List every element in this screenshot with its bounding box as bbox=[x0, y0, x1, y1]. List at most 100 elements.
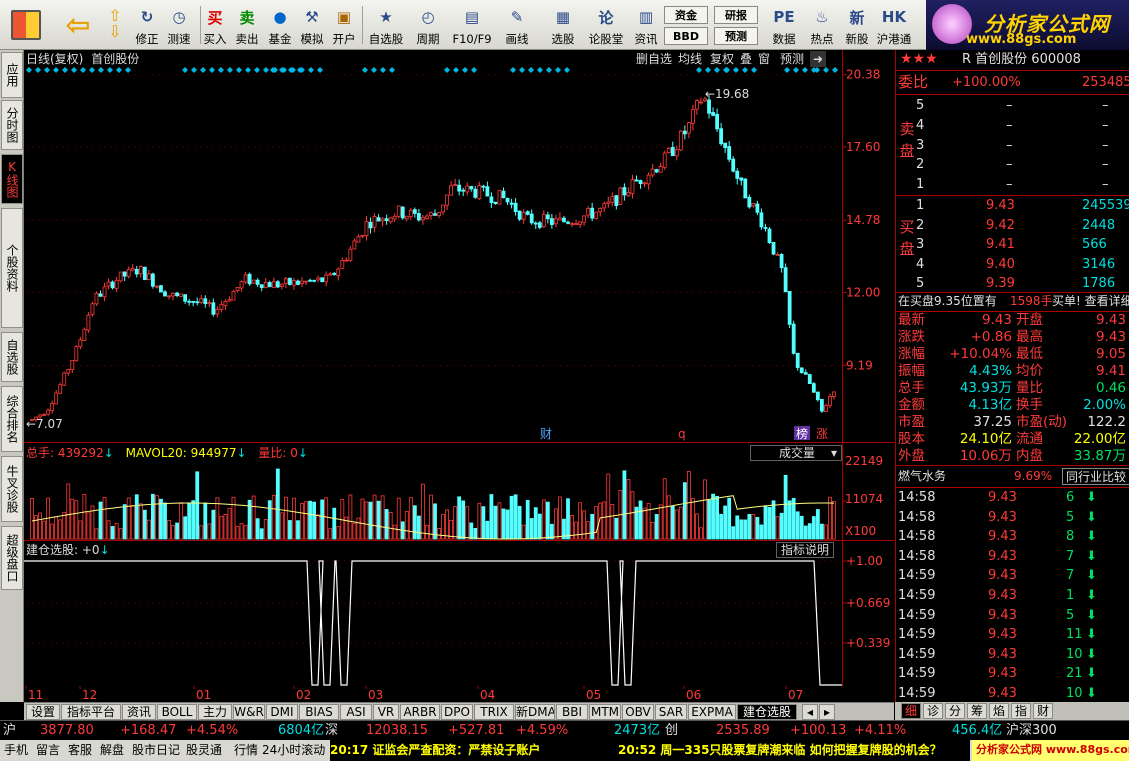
right-panel-tab[interactable]: 财 bbox=[1033, 703, 1053, 719]
watchlist-button[interactable]: ★ 自选股 bbox=[366, 2, 406, 48]
right-panel-tab[interactable]: 诊 bbox=[923, 703, 943, 719]
hk_connect-button[interactable]: HK 沪港通 bbox=[874, 2, 914, 48]
status-link[interactable]: 客服 bbox=[68, 740, 92, 760]
draw-button[interactable]: ✎ 画线 bbox=[500, 2, 534, 48]
right-panel-tab[interactable]: 分 bbox=[945, 703, 965, 719]
data-button[interactable]: PE 数据 bbox=[764, 2, 804, 48]
forecast-label: 预测 bbox=[725, 30, 747, 43]
indicator-tab[interactable]: MTM bbox=[589, 704, 621, 720]
layout-button[interactable] bbox=[6, 2, 46, 48]
indicator-tab[interactable]: 新DMA bbox=[515, 704, 555, 720]
kline-chart-pane[interactable]: 日线(复权) 首创股份 删自选 均线 复权叠窗预测 ➜ 20.38 17.60 14.78… bbox=[24, 50, 894, 442]
volume-bar bbox=[70, 498, 75, 540]
indicator-tab[interactable]: BIAS bbox=[299, 704, 339, 720]
sh-index-change: +168.47 bbox=[120, 723, 177, 738]
speed-button[interactable]: ◷ 测速 bbox=[163, 2, 195, 48]
indicator-tab[interactable]: BBI bbox=[556, 704, 588, 720]
indicator-pane[interactable]: 建仓选股: +0↓ 指标说明 +1.00 +0.669 +0.339 bbox=[24, 540, 894, 687]
indicator-tab[interactable]: EXPMA bbox=[688, 704, 736, 720]
compare-industry-button[interactable]: 同行业比较 bbox=[1062, 468, 1129, 485]
left-tab-3[interactable]: 个股资料 bbox=[1, 208, 23, 328]
left-tab-0[interactable]: 应用 bbox=[1, 52, 23, 98]
back-button[interactable]: ⇦ bbox=[58, 2, 98, 48]
scroll-right-button[interactable]: ▸ bbox=[819, 704, 835, 720]
volume-bar bbox=[368, 501, 373, 540]
sell-level-num: 5 bbox=[916, 98, 925, 113]
left-tab-1[interactable]: 分时图 bbox=[1, 100, 23, 150]
status-link[interactable]: 行情 bbox=[234, 740, 258, 760]
indicator-tab[interactable]: ASI bbox=[340, 704, 372, 720]
hot-button[interactable]: ♨ 热点 bbox=[806, 2, 838, 48]
new_stock-button[interactable]: 新新股 bbox=[842, 2, 872, 48]
open_account-button[interactable]: ▣ 开户 bbox=[329, 2, 359, 48]
candle-body bbox=[255, 279, 260, 285]
period-button[interactable]: ◴ 周期 bbox=[412, 2, 444, 48]
stat-value: 9.43 bbox=[1095, 329, 1126, 345]
simulate-button[interactable]: ⚒ 模拟 bbox=[297, 2, 327, 48]
indicator-tab[interactable]: ARBR bbox=[400, 704, 440, 720]
volume-bar bbox=[497, 502, 502, 540]
left-tab-4[interactable]: 自选股 bbox=[1, 332, 23, 382]
info-button[interactable]: ▥ 资讯 bbox=[630, 2, 662, 48]
clock-icon: ◷ bbox=[172, 8, 186, 26]
candle-body bbox=[207, 302, 212, 305]
funds-button[interactable]: 资金 bbox=[664, 6, 708, 24]
status-link[interactable]: 手机 bbox=[4, 740, 28, 760]
funds-label: 资金 bbox=[675, 9, 697, 22]
status-link[interactable]: 股灵通 bbox=[186, 740, 222, 760]
news-item-2[interactable]: 20:52 周一335只股票复牌潮来临 如何把握复牌股的机会？ bbox=[618, 740, 942, 760]
indicator-tab[interactable]: 主力 bbox=[198, 704, 232, 720]
indicator-tab[interactable]: DMI bbox=[266, 704, 298, 720]
indicator-tab[interactable]: 资讯 bbox=[122, 704, 156, 720]
left-tab-5[interactable]: 综合排名 bbox=[1, 386, 23, 452]
indicator-tab[interactable]: 指标平台 bbox=[61, 704, 121, 720]
ad-banner[interactable]: 分析家公式网 www.88gs.com bbox=[972, 740, 1129, 761]
stat-row: 市盈 37.25 市盈(动) 122.2 bbox=[896, 414, 1129, 431]
event-diamond-icon bbox=[125, 67, 131, 73]
tick-volume: 10 bbox=[1066, 646, 1083, 662]
stat-label: 流通 bbox=[1016, 431, 1043, 447]
revise-button[interactable]: ↻ 修正 bbox=[131, 2, 163, 48]
select-button[interactable]: ▦ 选股 bbox=[546, 2, 580, 48]
status-link[interactable]: 股市日记 bbox=[132, 740, 180, 760]
status-link[interactable]: 留言 bbox=[36, 740, 60, 760]
volume-pane[interactable]: 总手: 439292↓ MAVOL20: 944977↓ 量比: 0↓ 成交量 … bbox=[24, 442, 894, 541]
forecast-button[interactable]: 预测 bbox=[714, 27, 758, 45]
bbd-button[interactable]: BBD bbox=[664, 27, 708, 45]
left-tab-7[interactable]: 超级盘口 bbox=[1, 526, 23, 590]
news-item-1[interactable]: 20:17 证监会严查配资：严禁设子账户 bbox=[330, 740, 540, 760]
indicator-tab[interactable]: VR bbox=[373, 704, 399, 720]
fund-button[interactable]: ● 基金 bbox=[265, 2, 295, 48]
indicator-tab[interactable]: SAR bbox=[655, 704, 687, 720]
lock-icon: ▣ bbox=[336, 8, 352, 26]
left-tab-6[interactable]: 牛叉诊股 bbox=[1, 456, 23, 522]
scroll-news-label[interactable]: 24小时滚动 bbox=[262, 740, 325, 760]
bbd-label: BBD bbox=[673, 29, 699, 43]
indicator-tab[interactable]: OBV bbox=[622, 704, 654, 720]
event-diamond-icon bbox=[53, 67, 59, 73]
f10-button[interactable]: ▤ F10/F9 bbox=[452, 2, 492, 48]
buy-button[interactable]: 买买入 bbox=[201, 2, 229, 48]
indicator-tab[interactable]: TRIX bbox=[474, 704, 514, 720]
right-panel-tab[interactable]: 焰 bbox=[989, 703, 1009, 719]
right-panel-tab[interactable]: 细 bbox=[901, 703, 921, 719]
news-ticker[interactable]: 20:17 证监会严查配资：严禁设子账户 20:52 周一335只股票复牌潮来临… bbox=[330, 740, 970, 761]
stat-value: 37.25 bbox=[973, 414, 1012, 430]
scroll-left-button[interactable]: ◂ bbox=[802, 704, 818, 720]
right-panel-tab[interactable]: 筹 bbox=[967, 703, 987, 719]
research-button[interactable]: 研报 bbox=[714, 6, 758, 24]
indicator-tab[interactable]: DPO bbox=[441, 704, 473, 720]
page-up-down-button[interactable]: ⇧ ⇩ bbox=[103, 2, 127, 48]
buy-note-link[interactable]: 买单! 查看详细 bbox=[1052, 292, 1129, 311]
sell-button[interactable]: 卖卖出 bbox=[233, 2, 261, 48]
left-tab-2[interactable]: K线图 bbox=[1, 154, 23, 204]
indicator-tab[interactable]: 设置 bbox=[26, 704, 60, 720]
indicator-tab[interactable]: W&R bbox=[233, 704, 265, 720]
right-panel-tab[interactable]: 指 bbox=[1011, 703, 1031, 719]
forum-button[interactable]: 论论股堂 bbox=[587, 2, 625, 48]
indicator-tab[interactable]: 建仓选股 bbox=[737, 704, 797, 720]
candle-body bbox=[179, 293, 184, 297]
volume-bar bbox=[469, 522, 474, 540]
status-link[interactable]: 解盘 bbox=[100, 740, 124, 760]
indicator-tab[interactable]: BOLL bbox=[157, 704, 197, 720]
